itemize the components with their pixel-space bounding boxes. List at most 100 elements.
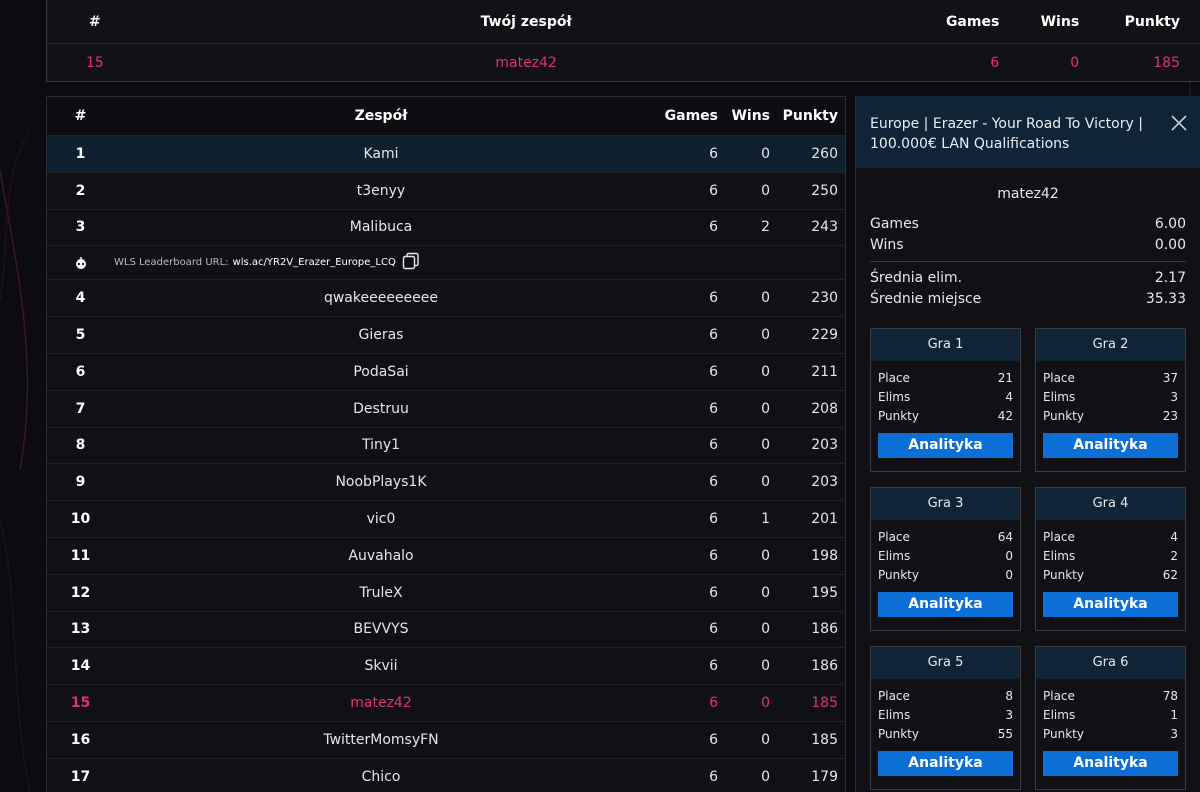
team-cell: Skvii: [364, 658, 398, 675]
game-stats: Place 8 Elims 3 Punkty 55: [871, 679, 1020, 744]
analytics-button[interactable]: Analityka: [1043, 592, 1178, 617]
col-rank-header: #: [74, 108, 87, 124]
analytics-button[interactable]: Analityka: [878, 751, 1013, 776]
rank-cell: 12: [70, 584, 91, 601]
stat-label: Punkty: [1043, 409, 1084, 423]
table-row[interactable]: 11 Auvahalo 6 0 198: [47, 536, 845, 574]
table-row[interactable]: 2 t3enyy 6 0 250: [47, 171, 845, 209]
rank-cell: 13: [70, 621, 91, 638]
analytics-button[interactable]: Analityka: [878, 592, 1013, 617]
stat-value: 78: [1162, 689, 1178, 703]
points-cell: 260: [811, 145, 838, 162]
table-row[interactable]: 9 NoobPlays1K 6 0 203: [47, 463, 845, 500]
table-row[interactable]: 13 BEVVYS 6 0 186: [47, 610, 845, 648]
stat-value: 35.33: [1145, 291, 1186, 307]
games-cell: 6: [709, 219, 718, 236]
leaderboard-url-row: WLS Leaderboard URL: wls.ac/YR2V_Erazer_…: [47, 245, 845, 279]
wins-cell: 0: [761, 363, 770, 380]
stat-value: 8: [1005, 689, 1013, 703]
col-wins-header: Wins: [731, 108, 770, 124]
team-cell: PodaSai: [353, 363, 409, 380]
games-cell: 6: [709, 145, 718, 162]
table-row[interactable]: 3 Malibuca 6 2 243: [47, 208, 845, 246]
table-row[interactable]: 12 TruleX 6 0 195: [47, 573, 845, 611]
stat-value: 64: [997, 530, 1013, 544]
table-row[interactable]: 7 Destruu 6 0 208: [47, 389, 845, 427]
close-icon[interactable]: [1170, 114, 1188, 132]
team-cell: TwitterMomsyFN: [323, 731, 439, 748]
game-card: Gra 3 Place 64 Elims 0 Punkty 0 Analityka: [870, 487, 1021, 631]
copy-icon[interactable]: [402, 252, 420, 273]
points-cell: 185: [1153, 54, 1180, 71]
team-cell: NoobPlays1K: [335, 474, 427, 491]
rank-cell: 2: [75, 182, 86, 199]
analytics-button[interactable]: Analityka: [1043, 751, 1178, 776]
leaderboard-header: # Zespół Games Wins Punkty: [47, 97, 845, 135]
table-row[interactable]: 5 Gieras 6 0 229: [47, 316, 845, 353]
wins-cell: 0: [761, 182, 770, 199]
table-row[interactable]: 14 Skvii 6 0 186: [47, 647, 845, 684]
table-row[interactable]: 15 matez42 6 0 185: [47, 684, 845, 721]
points-cell: 186: [811, 621, 838, 638]
team-cell: Kami: [363, 145, 399, 162]
wins-cell: 0: [761, 474, 770, 491]
team-cell: Tiny1: [361, 437, 401, 454]
table-row[interactable]: 16 TwitterMomsyFN 6 0 185: [47, 720, 845, 758]
table-row[interactable]: 17 Chico 6 0 179: [47, 757, 845, 792]
stat-label: Place: [878, 530, 910, 544]
game-stats: Place 78 Elims 1 Punkty 3: [1036, 679, 1185, 744]
tournament-title: Europe | Erazer - Your Road To Victory |…: [870, 116, 1143, 152]
stat-label: Elims: [1043, 390, 1076, 404]
games-cell: 6: [709, 400, 718, 417]
wins-cell: 0: [761, 695, 770, 712]
points-cell: 250: [811, 182, 838, 199]
game-stat-points: Punkty 23: [1043, 407, 1178, 426]
wins-cell: 0: [761, 621, 770, 638]
stat-value: 62: [1162, 568, 1178, 582]
game-stats: Place 21 Elims 4 Punkty 42: [871, 361, 1020, 426]
stat-value: 3: [1005, 708, 1013, 722]
table-row[interactable]: 4 qwakeeeeeeeee 6 0 230: [47, 279, 845, 316]
stat-value: 23: [1162, 409, 1178, 423]
game-stat-elims: Elims 2: [1043, 547, 1178, 566]
analytics-button[interactable]: Analityka: [878, 433, 1013, 458]
col-points-header: Punkty: [782, 108, 838, 124]
stat-value: 2: [1170, 549, 1178, 563]
table-row[interactable]: 8 Tiny1 6 0 203: [47, 426, 845, 464]
game-stat-place: Place 21: [878, 369, 1013, 388]
game-stats: Place 37 Elims 3 Punkty 23: [1036, 361, 1185, 426]
game-title: Gra 5: [871, 647, 1020, 679]
points-cell: 195: [811, 584, 838, 601]
leaderboard-url[interactable]: wls.ac/YR2V_Erazer_Europe_LCQ: [233, 257, 396, 268]
table-row[interactable]: 1 Kami 6 0 260: [47, 135, 845, 172]
stat-label: Średnie miejsce: [870, 291, 982, 307]
games-cell: 6: [709, 731, 718, 748]
rank-cell: 4: [75, 290, 86, 307]
stat-label: Elims: [878, 390, 911, 404]
analytics-button[interactable]: Analityka: [1043, 433, 1178, 458]
game-stat-points: Punkty 62: [1043, 566, 1178, 585]
stat-label: Place: [1043, 530, 1075, 544]
game-stats: Place 4 Elims 2 Punkty 62: [1036, 520, 1185, 585]
points-cell: 198: [811, 547, 838, 564]
stat-value: 4: [1005, 390, 1013, 404]
rank-cell: 15: [70, 695, 91, 712]
team-cell: BEVVYS: [353, 621, 409, 638]
stat-label: Punkty: [878, 568, 919, 582]
my-team-row[interactable]: 15 matez42 6 0 185: [47, 44, 1200, 81]
col-points-header: Punkty: [1124, 13, 1180, 30]
games-cell: 6: [709, 584, 718, 601]
game-card: Gra 6 Place 78 Elims 1 Punkty 3 Analityka: [1035, 646, 1186, 790]
panel-stats: Games 6.00 Wins 0.00: [870, 214, 1186, 262]
table-row[interactable]: 6 PodaSai 6 0 211: [47, 352, 845, 390]
team-details-panel: Europe | Erazer - Your Road To Victory |…: [855, 96, 1200, 792]
wins-cell: 0: [761, 327, 770, 344]
stat-label: Elims: [878, 549, 911, 563]
points-cell: 201: [811, 511, 838, 528]
games-cell: 6: [709, 437, 718, 454]
game-title: Gra 6: [1036, 647, 1185, 679]
table-row[interactable]: 10 vic0 6 1 201: [47, 500, 845, 537]
col-games-header: Games: [664, 108, 718, 124]
wins-cell: 0: [761, 768, 770, 785]
stat-label: Punkty: [1043, 568, 1084, 582]
